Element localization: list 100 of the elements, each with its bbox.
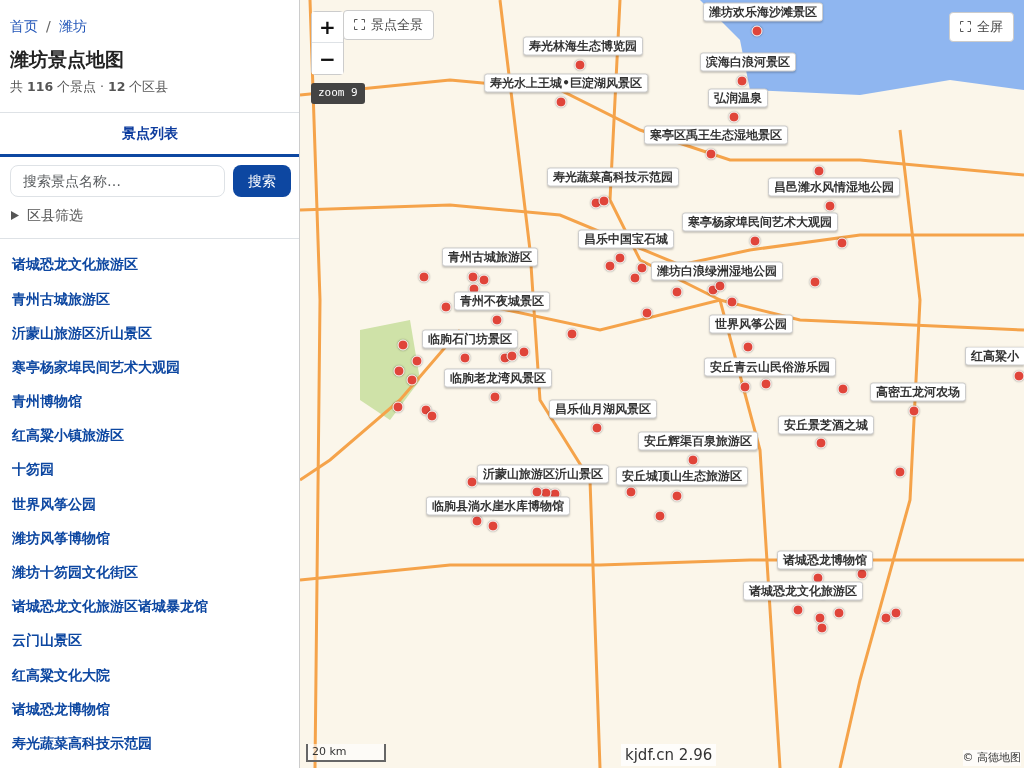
map-marker[interactable] <box>908 405 920 417</box>
marker-label: 安丘青云山民俗游乐园 <box>704 357 836 377</box>
map-marker[interactable] <box>411 355 423 367</box>
map-marker[interactable] <box>629 272 641 284</box>
marker-label: 临朐石门坊景区 <box>422 329 518 349</box>
spot-link[interactable]: 青州古城旅游区 <box>0 281 299 316</box>
zoom-level-badge: zoom 9 <box>311 83 365 104</box>
marker-label: 寒亭杨家埠民间艺术大观园 <box>682 212 838 232</box>
spot-link[interactable]: 青州博物馆 <box>0 384 299 419</box>
map-marker[interactable] <box>824 200 836 212</box>
search-field[interactable]: 搜索景点名称… <box>10 165 225 198</box>
triangle-icon[interactable] <box>11 211 19 221</box>
map-marker[interactable] <box>726 296 738 308</box>
map-marker[interactable] <box>397 339 409 351</box>
map-marker[interactable] <box>478 274 490 286</box>
map-marker[interactable] <box>489 391 501 403</box>
map-marker[interactable] <box>751 25 763 37</box>
map-marker[interactable] <box>641 307 653 319</box>
map-marker[interactable] <box>654 510 666 522</box>
marker-label: 诸城恐龙文化旅游区 <box>743 581 863 601</box>
marker-label: 高密五龙河农场 <box>870 382 966 402</box>
marker-label: 寒亭区禹王生态湿地景区 <box>644 125 788 145</box>
filter-toggle[interactable]: 区县筛选 <box>27 205 83 227</box>
map-marker[interactable] <box>491 314 503 326</box>
marker-label: 沂蒙山旅游区沂山景区 <box>477 464 609 484</box>
map-marker[interactable] <box>487 520 499 532</box>
map-marker[interactable] <box>816 622 828 634</box>
map-marker[interactable] <box>466 476 478 488</box>
spot-link[interactable]: 潍坊风筝博物馆 <box>0 520 299 555</box>
marker-label: 安丘辉渠百泉旅游区 <box>638 431 758 451</box>
map-marker[interactable] <box>894 466 906 478</box>
spot-link[interactable]: 红高粱文化大院 <box>0 657 299 692</box>
spot-link[interactable]: 云门山景区 <box>0 623 299 658</box>
spot-link[interactable]: 诸城恐龙文化旅游区诸城暴龙馆 <box>0 589 299 624</box>
map-marker[interactable] <box>728 111 740 123</box>
version-text: kjdf.cn 2.96 <box>621 743 717 766</box>
spot-link[interactable]: 诸城恐龙文化旅游区 <box>0 247 299 282</box>
map-marker[interactable] <box>418 271 430 283</box>
map-marker[interactable] <box>687 454 699 466</box>
breadcrumb-link[interactable]: 潍坊 <box>58 16 87 37</box>
map-marker[interactable] <box>555 96 567 108</box>
marker-label: 潍坊欢乐海沙滩景区 <box>703 2 823 22</box>
map-marker[interactable] <box>604 260 616 272</box>
marker-label: 临朐老龙湾风景区 <box>444 368 552 388</box>
map-marker[interactable] <box>813 165 825 177</box>
map-marker[interactable] <box>566 328 578 340</box>
map-marker[interactable] <box>591 422 603 434</box>
spot-link[interactable]: 红高粱小镇旅游区 <box>0 418 299 453</box>
map-marker[interactable] <box>426 410 438 422</box>
spot-link[interactable]: 寿光蔬菜高科技示范园 <box>0 725 299 761</box>
map-marker[interactable] <box>1013 370 1024 382</box>
map-marker[interactable] <box>815 437 827 449</box>
tab[interactable]: 景点列表 <box>0 113 299 158</box>
map-marker[interactable] <box>440 301 452 313</box>
map-marker[interactable] <box>880 612 892 624</box>
map-marker[interactable] <box>598 195 610 207</box>
map-marker[interactable] <box>614 252 626 264</box>
map-marker[interactable] <box>809 276 821 288</box>
map-marker[interactable] <box>749 235 761 247</box>
fullscreen-button[interactable]: 全屏 <box>949 12 1014 42</box>
marker-label: 寿光水上王城•巨淀湖风景区 <box>484 73 648 93</box>
map-marker[interactable] <box>467 271 479 283</box>
marker-label: 昌乐中国宝石城 <box>578 229 674 249</box>
map-marker[interactable] <box>837 383 849 395</box>
map-marker[interactable] <box>836 237 848 249</box>
zoom-in-button[interactable]: + <box>312 12 343 43</box>
map-marker[interactable] <box>392 401 404 413</box>
map-marker[interactable] <box>506 350 518 362</box>
map-marker[interactable] <box>814 612 826 624</box>
map-marker[interactable] <box>792 604 804 616</box>
spot-link[interactable]: 十笏园 <box>0 452 299 487</box>
map-marker[interactable] <box>636 262 648 274</box>
map-marker[interactable] <box>705 148 717 160</box>
map-marker[interactable] <box>671 286 683 298</box>
map-marker[interactable] <box>471 515 483 527</box>
spot-link[interactable]: 诸城恐龙博物馆 <box>0 691 299 726</box>
map-marker[interactable] <box>739 381 751 393</box>
map-marker[interactable] <box>574 59 586 71</box>
marker-label: 诸城恐龙博物馆 <box>777 550 873 570</box>
fit-all-button[interactable]: 景点全景 <box>343 10 434 40</box>
marker-label: 安丘城顶山生态旅游区 <box>616 466 748 486</box>
map-marker[interactable] <box>518 346 530 358</box>
map-marker[interactable] <box>833 607 845 619</box>
map-marker[interactable] <box>742 341 754 353</box>
map-marker[interactable] <box>393 365 405 377</box>
map-marker[interactable] <box>625 486 637 498</box>
map-marker[interactable] <box>459 352 471 364</box>
spot-link[interactable]: 世界风筝公园 <box>0 486 299 521</box>
breadcrumb-link[interactable]: 首页 <box>10 16 38 37</box>
map-marker[interactable] <box>760 378 772 390</box>
map-marker[interactable] <box>890 607 902 619</box>
map-marker[interactable] <box>671 490 683 502</box>
spot-link[interactable]: 寒亭杨家埠民间艺术大观园 <box>0 349 299 384</box>
map-marker[interactable] <box>736 75 748 87</box>
search-button[interactable]: 搜索 <box>233 165 291 198</box>
spot-link[interactable]: 沂蒙山旅游区沂山景区 <box>0 315 299 350</box>
map-marker[interactable] <box>531 486 543 498</box>
spot-link[interactable]: 潍坊十笏园文化街区 <box>0 554 299 590</box>
map-marker[interactable] <box>406 374 418 386</box>
scale-bar: 20 km <box>306 743 386 762</box>
